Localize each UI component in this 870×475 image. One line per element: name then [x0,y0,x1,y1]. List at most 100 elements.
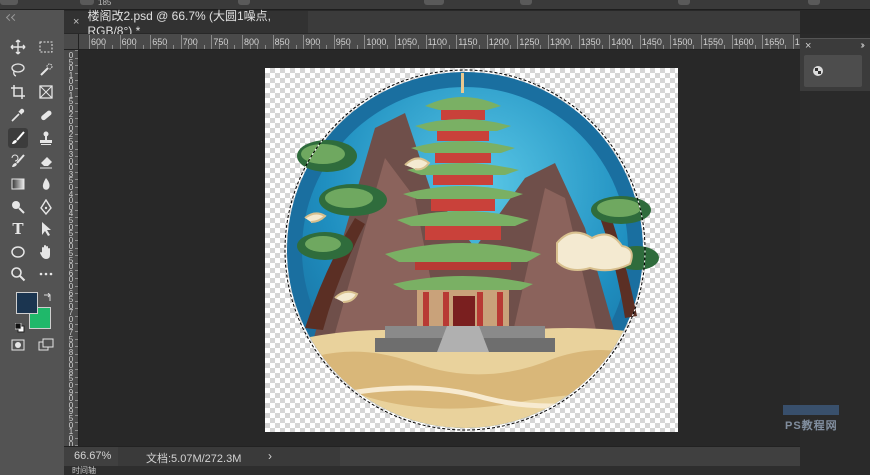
foreground-color-swatch[interactable] [16,292,38,314]
ruler-tick [578,35,580,49]
watermark-text: PS教程网 [785,420,838,432]
ruler-tick [754,45,756,49]
status-menu-arrow-icon[interactable]: › [268,449,272,463]
ruler-tick [75,209,78,211]
options-control-fragment[interactable] [238,0,250,5]
stamp-icon [40,131,52,145]
brush-tool[interactable] [8,128,28,148]
path-select-tool[interactable] [36,219,56,239]
ruler-tick [433,45,435,49]
panel-button[interactable] [804,55,862,87]
hand-icon [40,245,50,259]
type-icon: T [12,220,24,238]
ruler-tick [387,45,389,49]
horizontal-ruler[interactable]: 600 600 650 700 750 800 850 900 950 1000 1050 1100 1… [78,34,800,50]
ruler-tick [303,35,305,49]
ruler-tick [639,35,641,49]
tools-panel: T [0,10,65,475]
ruler-label: 1150 [458,37,478,47]
ruler-tick [75,232,78,234]
options-control-fragment[interactable] [424,0,444,5]
ruler-tick [570,45,572,49]
ruler-tick [525,45,527,49]
ruler-tick [75,88,78,89]
timeline-label: 时间轴 [72,466,96,475]
ruler-tick [678,45,680,49]
document-size: 文档:5.07M/272.3M [146,453,242,465]
history-brush-tool[interactable] [8,151,28,171]
ruler-tick [287,45,289,49]
quick-select-tool[interactable] [36,60,56,80]
ruler-tick [75,202,78,203]
ruler-tick [75,72,78,74]
ruler-tick [75,179,78,181]
timeline-panel-tab[interactable]: 时间轴 [64,466,800,475]
pagoda-illustration[interactable] [265,68,678,432]
collapse-panel-icon[interactable]: ›› [860,40,864,51]
options-control-fragment[interactable] [80,0,94,5]
ruler-tick [75,354,78,355]
ruler-tick [142,45,144,49]
ruler-tick [341,45,343,49]
zoom-level[interactable]: 66.67% [74,450,111,462]
eyedropper-tool[interactable] [8,105,28,125]
ruler-tick [75,346,78,348]
hand-tool[interactable] [36,242,56,262]
close-tab-icon[interactable]: × [73,16,79,28]
tab-strip [308,11,800,33]
ruler-tick [134,45,136,49]
pen-tool[interactable] [36,197,56,217]
ruler-label: 1550 [703,37,724,47]
swap-colors-icon[interactable] [42,290,52,308]
arrow-icon [42,222,51,236]
ruler-tick [75,414,78,416]
type-tool[interactable]: T [8,219,28,239]
eraser-tool[interactable] [36,151,56,171]
lasso-tool[interactable] [8,60,28,80]
ruler-tick [75,262,78,264]
options-control-fragment[interactable] [808,0,820,5]
move-tool[interactable] [8,37,28,57]
ruler-tick [731,35,733,49]
ruler-tick [471,45,473,49]
ruler-label: 1650 [764,37,785,47]
ruler-label: 1500 [672,37,693,47]
clone-stamp-tool[interactable] [36,128,56,148]
screen-mode-icon [38,338,54,351]
ruler-tick [792,35,794,49]
options-control-fragment[interactable] [520,0,532,5]
ruler-tick [75,217,78,219]
options-control-fragment[interactable] [678,0,690,5]
ruler-tick [517,35,519,49]
close-panel-icon[interactable]: × [805,40,811,52]
ruler-tick [356,45,358,49]
ruler-tick [479,45,481,49]
ruler-tick [75,110,78,112]
crop-tool[interactable] [8,82,28,102]
more-tools[interactable] [36,264,56,284]
lasso-icon [11,63,25,77]
marquee-tool[interactable] [36,37,56,57]
zoom-tool[interactable] [8,264,28,284]
gradient-tool[interactable] [8,174,28,194]
frame-tool[interactable] [36,82,56,102]
document-tab[interactable]: × 楼阁改2.psd @ 66.7% (大圆1噪点, RGB/8°) * [64,9,309,38]
ruler-tick [75,133,78,135]
healing-brush-tool[interactable] [36,105,56,125]
ellipse-tool[interactable] [8,242,28,262]
quick-mask-button[interactable] [8,335,28,355]
ruler-origin[interactable] [64,34,79,50]
options-control-fragment[interactable] [0,0,18,5]
ruler-tick [75,323,78,325]
ruler-tick [75,316,78,317]
ruler-tick [89,35,90,49]
vertical-ruler[interactable]: 0501001502002503003504004505005506006507… [64,34,79,446]
status-bar: 66.67% 文档:5.07M/272.3M › [64,446,800,466]
screen-mode-button[interactable] [36,335,56,355]
ruler-label: 1200 [488,37,509,47]
dodge-tool[interactable] [8,197,28,217]
blur-tool[interactable] [36,174,56,194]
panel-collapse-grip[interactable] [3,10,61,24]
ruler-tick [75,118,78,120]
ruler-tick [75,392,78,393]
